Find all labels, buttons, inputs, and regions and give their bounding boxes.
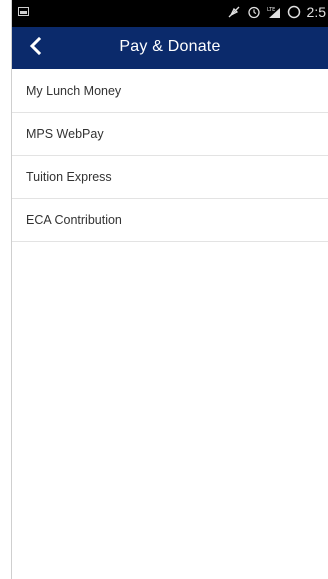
list-item-tuition-express[interactable]: Tuition Express	[12, 156, 328, 199]
list-item-mps-webpay[interactable]: MPS WebPay	[12, 113, 328, 156]
battery-ring-icon	[287, 5, 301, 19]
alarm-icon	[247, 5, 261, 19]
image-notification-icon	[18, 7, 29, 16]
app-toolbar: Pay & Donate	[12, 27, 328, 69]
app-frame: LTE 2:5 Pay & Donate My Lunch Money MPS	[11, 0, 328, 579]
lte-signal-icon: LTE	[267, 5, 281, 19]
mute-icon	[227, 5, 241, 19]
svg-text:LTE: LTE	[267, 7, 275, 13]
list-item-eca-contribution[interactable]: ECA Contribution	[12, 199, 328, 242]
status-icons: LTE 2:5	[227, 4, 326, 20]
list-item-my-lunch-money[interactable]: My Lunch Money	[12, 69, 328, 113]
pay-donate-list: My Lunch Money MPS WebPay Tuition Expres…	[12, 69, 328, 242]
page-title: Pay & Donate	[119, 38, 221, 55]
status-time: 2:5	[306, 4, 326, 20]
status-bar: LTE 2:5	[12, 0, 328, 27]
